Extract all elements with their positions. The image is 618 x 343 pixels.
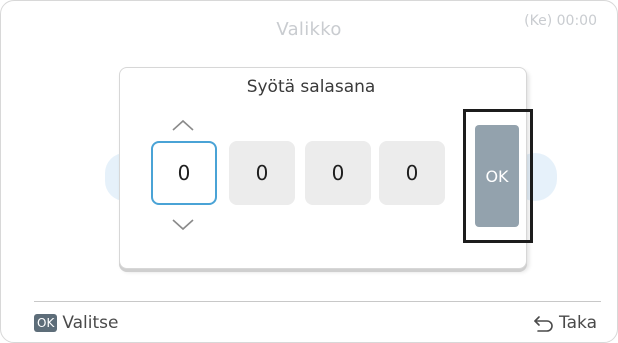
ok-chip: OK [34,314,58,332]
screen: Valikko (Ke) 00:00 Syötä salasana 0 0 0 … [0,0,618,343]
select-label: Valitse [62,313,119,333]
digit-4[interactable]: 0 [379,141,445,205]
chevron-down-icon[interactable] [171,219,195,231]
digit-2[interactable]: 0 [229,141,295,205]
digit-1[interactable]: 0 [151,141,217,205]
back-arrow-icon [533,314,555,332]
back-label: Taka [559,313,597,333]
ok-button[interactable]: OK [475,125,519,227]
footer-back[interactable]: Taka [533,313,597,333]
chevron-up-icon[interactable] [171,119,195,131]
clock: (Ke) 00:00 [524,13,597,29]
footer-divider [34,301,601,302]
footer-select[interactable]: OK Valitse [34,313,118,333]
digit-3[interactable]: 0 [305,141,371,205]
dialog-title: Syötä salasana [246,77,376,97]
